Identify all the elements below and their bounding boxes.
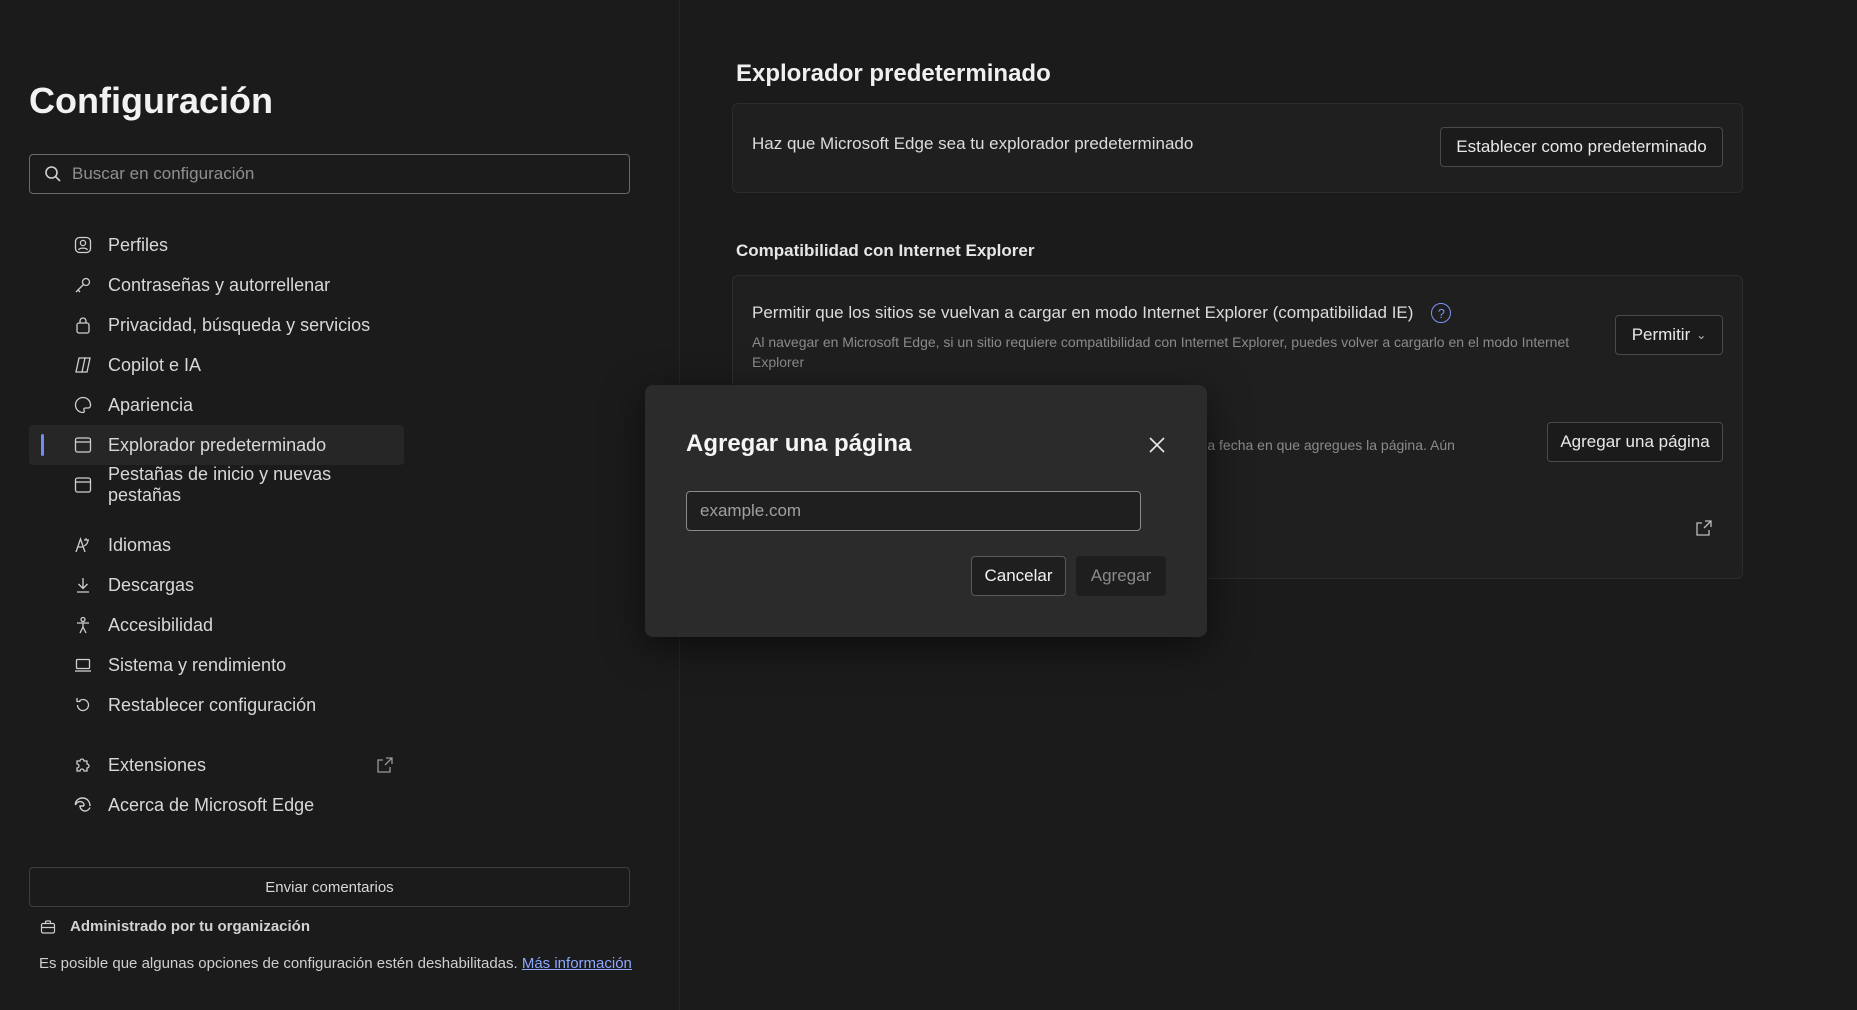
set-default-button[interactable]: Establecer como predeterminado	[1440, 127, 1723, 167]
sidebar-item-label: Contraseñas y autorrellenar	[108, 274, 331, 295]
sidebar-item-label: Pestañas de inicio y nuevas pestañas	[108, 464, 332, 505]
dialog-title: Agregar una página	[686, 430, 912, 457]
palette-icon	[73, 395, 93, 415]
download-icon	[73, 575, 93, 595]
laptop-icon	[73, 655, 93, 675]
puzzle-icon	[73, 755, 93, 775]
sidebar-item-pestanas[interactable]: Pestañas de inicio y nuevas pestañas	[29, 464, 404, 505]
edge-icon	[73, 795, 93, 815]
default-browser-text: Haz que Microsoft Edge sea tu explorador…	[752, 134, 1194, 153]
sidebar: Configuración Perfiles Contraseñas y aut…	[0, 0, 680, 1010]
add-button[interactable]: Agregar	[1076, 556, 1166, 596]
help-icon[interactable]: ?	[1431, 303, 1452, 323]
settings-window: Configuración Perfiles Contraseñas y aut…	[0, 0, 1857, 1010]
cancel-button[interactable]: Cancelar	[971, 556, 1066, 596]
ie-reload-title: Permitir que los sitios se vuelvan a car…	[752, 303, 1414, 322]
sidebar-item-label: Idiomas	[108, 534, 172, 555]
nav-gap	[29, 725, 404, 745]
sidebar-item-label: Apariencia	[108, 394, 194, 415]
external-link-icon[interactable]	[1695, 519, 1713, 542]
sidebar-item-contrasenas[interactable]: Contraseñas y autorrellenar	[29, 265, 404, 305]
accessibility-icon	[73, 615, 93, 635]
ie-reload-dropdown[interactable]: Permitir ⌄	[1615, 315, 1723, 355]
sidebar-item-label: Acerca de Microsoft Edge	[108, 794, 315, 815]
sidebar-item-privacidad[interactable]: Privacidad, búsqueda y servicios	[29, 305, 404, 345]
sidebar-item-idiomas[interactable]: Idiomas	[29, 525, 404, 565]
managed-note-text: Es posible que algunas opciones de confi…	[39, 955, 518, 972]
sidebar-item-label: Accesibilidad	[108, 614, 214, 635]
dropdown-value: Permitir	[1631, 325, 1691, 344]
send-feedback-button[interactable]: Enviar comentarios	[29, 867, 630, 907]
add-page-dialog: Agregar una página Cancelar Agregar	[645, 385, 1207, 637]
search-input[interactable]	[72, 164, 612, 184]
search-icon	[45, 166, 61, 182]
sidebar-nav: Perfiles Contraseñas y autorrellenar Pri…	[29, 225, 404, 825]
external-link-icon	[376, 756, 394, 774]
sidebar-item-extensiones[interactable]: Extensiones	[29, 745, 404, 785]
tabs-icon	[73, 475, 93, 495]
sidebar-item-explorador[interactable]: Explorador predeterminado	[29, 425, 404, 465]
sidebar-item-label: Sistema y rendimiento	[108, 654, 287, 675]
sidebar-item-restablecer[interactable]: Restablecer configuración	[29, 685, 404, 725]
managed-note: Es posible que algunas opciones de confi…	[39, 955, 632, 972]
sidebar-item-descargas[interactable]: Descargas	[29, 565, 404, 605]
section-title: Explorador predeterminado	[736, 60, 1051, 87]
key-icon	[73, 275, 93, 295]
sidebar-item-label: Extensiones	[108, 754, 207, 775]
language-icon	[73, 535, 93, 555]
reset-icon	[73, 695, 93, 715]
copilot-icon	[73, 355, 93, 375]
sidebar-item-label: Copilot e IA	[108, 354, 202, 375]
briefcase-icon	[40, 919, 56, 934]
sidebar-item-perfiles[interactable]: Perfiles	[29, 225, 404, 265]
sidebar-item-accesibilidad[interactable]: Accesibilidad	[29, 605, 404, 645]
sidebar-item-apariencia[interactable]: Apariencia	[29, 385, 404, 425]
managed-label: Administrado por tu organización	[70, 918, 311, 935]
add-page-button[interactable]: Agregar una página	[1547, 422, 1723, 462]
sidebar-item-label: Perfiles	[108, 234, 169, 255]
url-input[interactable]	[686, 491, 1141, 531]
more-info-link[interactable]: Más información	[522, 955, 632, 972]
search-box[interactable]	[29, 154, 630, 194]
ie-compat-title: Compatibilidad con Internet Explorer	[736, 241, 1035, 260]
sidebar-item-label: Restablecer configuración	[108, 694, 317, 715]
browser-icon	[73, 435, 93, 455]
ie-reload-desc: Al navegar en Microsoft Edge, si un siti…	[752, 334, 1570, 370]
default-browser-card: Haz que Microsoft Edge sea tu explorador…	[732, 103, 1743, 193]
ie-reload-row: Permitir que los sitios se vuelvan a car…	[752, 303, 1452, 323]
managed-by-org: Administrado por tu organización	[40, 918, 310, 935]
profile-icon	[73, 235, 93, 255]
lock-icon	[73, 315, 93, 335]
sidebar-item-sistema[interactable]: Sistema y rendimiento	[29, 645, 404, 685]
sidebar-item-label: Descargas	[108, 574, 195, 595]
sidebar-item-copilot[interactable]: Copilot e IA	[29, 345, 404, 385]
chevron-down-icon: ⌄	[1696, 328, 1707, 342]
sidebar-item-acerca[interactable]: Acerca de Microsoft Edge	[29, 785, 404, 825]
sidebar-title: Configuración	[29, 80, 273, 121]
close-icon[interactable]	[1147, 435, 1167, 455]
nav-gap	[29, 505, 404, 525]
sidebar-item-label: Explorador predeterminado	[108, 434, 327, 455]
sidebar-item-label: Privacidad, búsqueda y servicios	[108, 314, 371, 335]
